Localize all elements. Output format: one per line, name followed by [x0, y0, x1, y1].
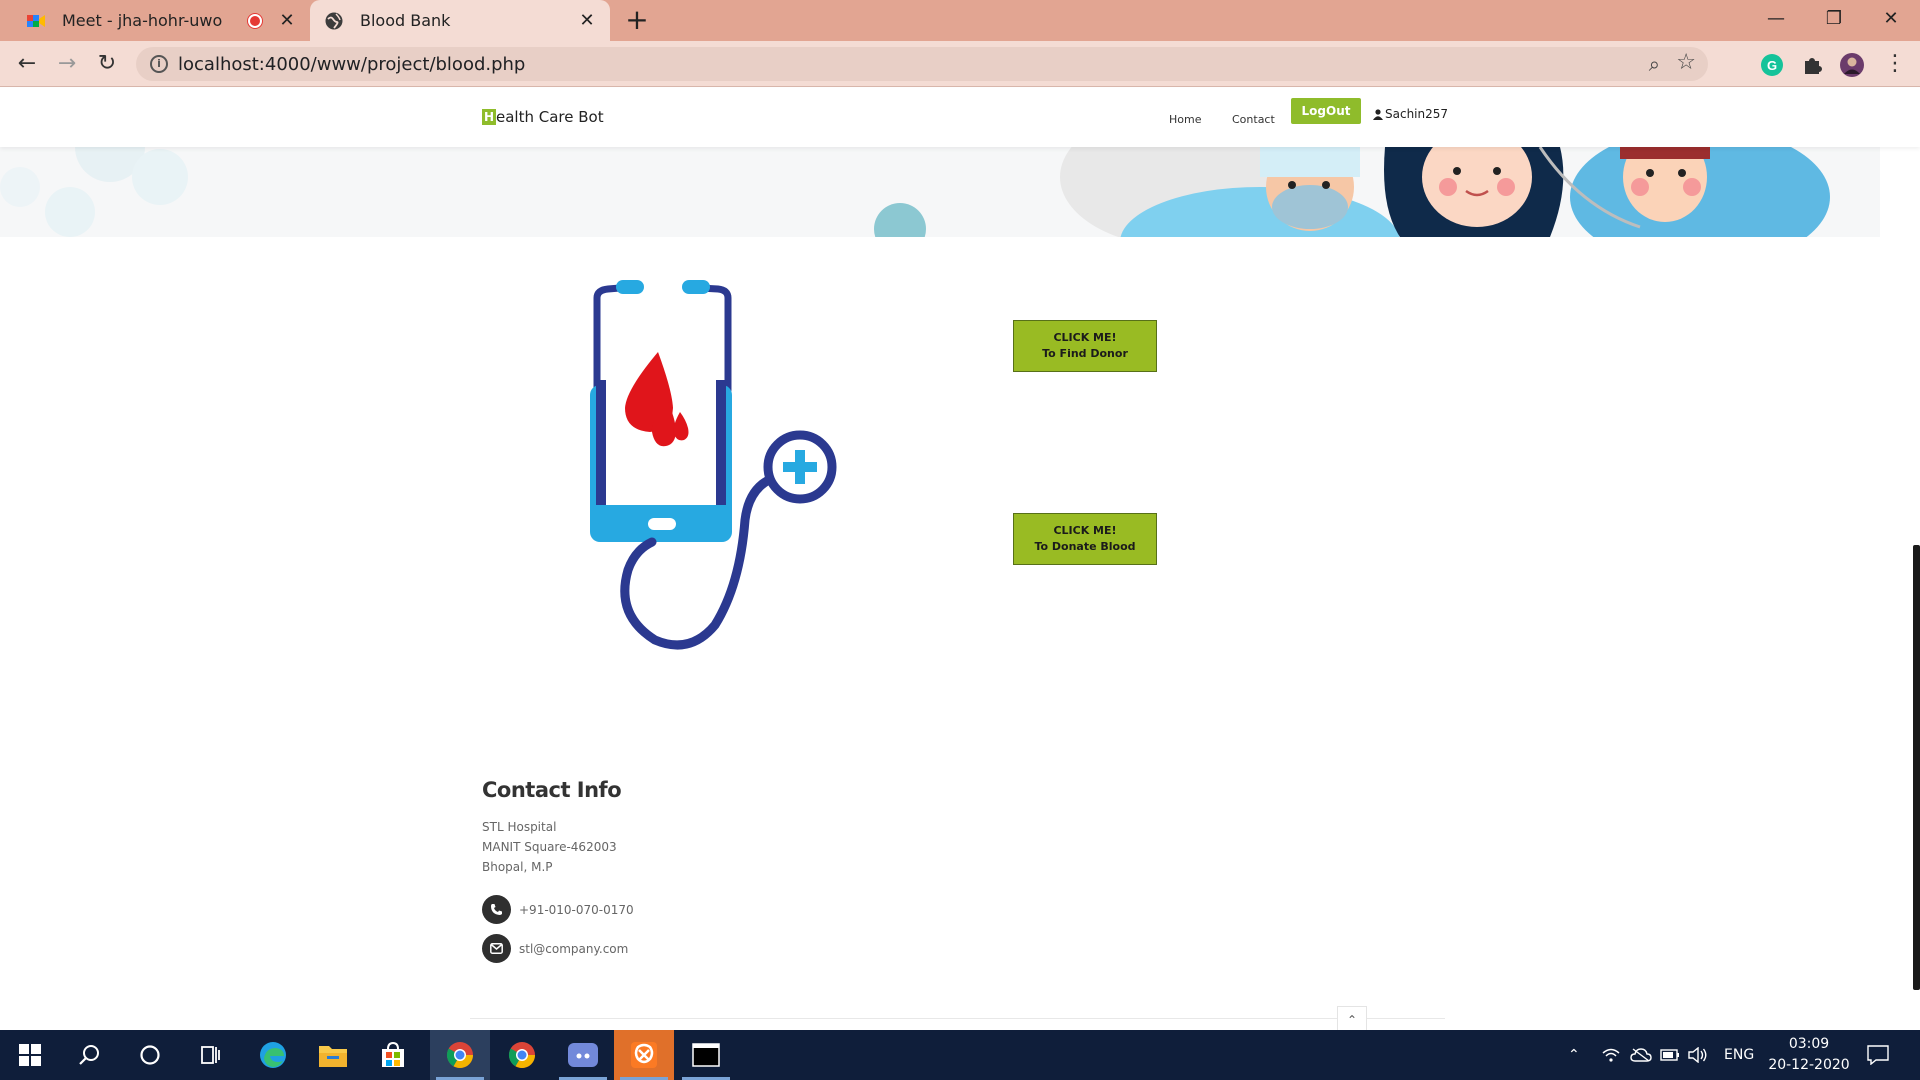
address-bar[interactable]: i localhost:4000/www/project/blood.php ⌕… — [136, 47, 1708, 81]
site-navbar: H ealth Care Bot Home Contact LogOut Sac… — [0, 88, 1920, 147]
browser-menu-icon[interactable]: ⋮ — [1880, 49, 1910, 79]
tab-title: Meet - jha-hohr-uwo — [62, 11, 223, 30]
start-windows-icon[interactable] — [0, 1030, 60, 1080]
bookmark-star-icon[interactable]: ☆ — [1676, 50, 1696, 75]
battery-icon[interactable] — [1660, 1030, 1680, 1080]
find-donor-line1: CLICK ME! — [1053, 331, 1117, 344]
phone-icon — [482, 895, 511, 924]
xampp-icon[interactable] — [614, 1030, 674, 1080]
volume-icon[interactable] — [1688, 1030, 1708, 1080]
site-info-icon[interactable]: i — [150, 55, 168, 73]
contact-info-heading: Contact Info — [482, 778, 622, 802]
address-line-2: MANIT Square-462003 — [482, 840, 617, 854]
browser-toolbar: ← → ↻ i localhost:4000/www/project/blood… — [0, 41, 1920, 87]
address-line-3: Bhopal, M.P — [482, 860, 553, 874]
contact-email-row[interactable]: stl@company.com — [482, 934, 628, 963]
user-icon — [1373, 108, 1383, 120]
username-label: Sachin257 — [1385, 107, 1449, 121]
zoom-icon[interactable]: ⌕ — [1649, 52, 1660, 76]
terminal-icon[interactable] — [676, 1030, 736, 1080]
microsoft-store-icon[interactable] — [363, 1030, 423, 1080]
reload-icon[interactable]: ↻ — [92, 49, 122, 79]
tab-blood-bank[interactable]: Blood Bank ✕ — [310, 0, 610, 41]
onedrive-icon[interactable] — [1630, 1030, 1652, 1080]
chrome-profile-taskbar-icon[interactable] — [492, 1030, 552, 1080]
search-icon[interactable] — [60, 1030, 120, 1080]
clock-date: 20-12-2020 — [1768, 1057, 1850, 1073]
browser-tab-strip: Meet - jha-hohr-uwo ✕ Blood Bank ✕ + — ❐… — [0, 0, 1920, 41]
grammarly-extension-icon[interactable]: G — [1759, 52, 1785, 78]
address-line-1: STL Hospital — [482, 820, 557, 834]
envelope-icon — [482, 934, 511, 963]
find-donor-line2: To Find Donor — [1042, 347, 1128, 360]
edge-browser-icon[interactable] — [243, 1030, 303, 1080]
contact-email[interactable]: stl@company.com — [519, 942, 628, 956]
nav-home-link[interactable]: Home — [1169, 113, 1201, 126]
task-view-icon[interactable] — [180, 1030, 240, 1080]
footer-divider — [470, 1018, 1445, 1019]
profile-avatar-icon[interactable] — [1839, 52, 1865, 78]
file-explorer-icon[interactable] — [303, 1030, 363, 1080]
logout-button[interactable]: LogOut — [1291, 98, 1361, 124]
input-language-indicator[interactable]: ENG — [1724, 1030, 1754, 1080]
notifications-icon[interactable] — [1867, 1030, 1889, 1080]
contact-phone[interactable]: +91-010-070-0170 — [519, 903, 634, 917]
close-tab-icon[interactable]: ✕ — [276, 10, 298, 32]
system-clock[interactable]: 03:09 20-12-2020 — [1766, 1034, 1852, 1076]
brand-name: ealth Care Bot — [496, 108, 604, 126]
tab-title: Blood Bank — [360, 11, 451, 30]
chrome-taskbar-icon-active[interactable] — [430, 1030, 490, 1080]
close-window-icon[interactable]: ✕ — [1862, 0, 1920, 41]
hero-banner-image — [0, 147, 1880, 237]
back-arrow-icon[interactable]: ← — [12, 49, 42, 79]
brand-logo[interactable]: H ealth Care Bot — [482, 108, 604, 126]
network-icon[interactable] — [1602, 1030, 1620, 1080]
nav-contact-link[interactable]: Contact — [1232, 113, 1275, 126]
clock-time: 03:09 — [1788, 1036, 1830, 1052]
donate-blood-line2: To Donate Blood — [1034, 540, 1136, 553]
restore-window-icon[interactable]: ❐ — [1805, 0, 1863, 41]
discord-icon[interactable] — [553, 1030, 613, 1080]
close-tab-icon[interactable]: ✕ — [576, 10, 598, 32]
google-meet-icon — [27, 14, 45, 27]
recording-indicator-icon — [248, 13, 262, 28]
address-url[interactable]: localhost:4000/www/project/blood.php — [178, 54, 525, 75]
blood-bank-phone-stethoscope-illustration — [590, 280, 837, 650]
new-tab-button[interactable]: + — [622, 6, 652, 36]
page-scrollbar[interactable] — [1913, 545, 1920, 990]
donate-blood-button[interactable]: CLICK ME! To Donate Blood — [1013, 513, 1157, 565]
windows-taskbar: ⌃ ENG 03:09 20-12-2020 — [0, 1030, 1920, 1080]
find-donor-button[interactable]: CLICK ME! To Find Donor — [1013, 320, 1157, 372]
minimize-window-icon[interactable]: — — [1747, 0, 1805, 41]
tab-meet[interactable]: Meet - jha-hohr-uwo ✕ — [12, 0, 310, 41]
svg-text:G: G — [1767, 58, 1777, 73]
brand-initial: H — [482, 109, 496, 125]
scroll-to-top-button[interactable]: ⌃ — [1337, 1006, 1367, 1032]
extensions-puzzle-icon[interactable] — [1799, 52, 1825, 78]
forward-arrow-icon[interactable]: → — [52, 49, 82, 79]
globe-icon — [325, 12, 343, 29]
cortana-icon[interactable] — [120, 1030, 180, 1080]
donate-blood-line1: CLICK ME! — [1053, 524, 1117, 537]
contact-phone-row[interactable]: +91-010-070-0170 — [482, 895, 634, 924]
user-account[interactable]: Sachin257 — [1373, 107, 1448, 121]
show-hidden-icons-icon[interactable]: ⌃ — [1568, 1030, 1580, 1080]
doctors-illustration — [0, 147, 1880, 237]
